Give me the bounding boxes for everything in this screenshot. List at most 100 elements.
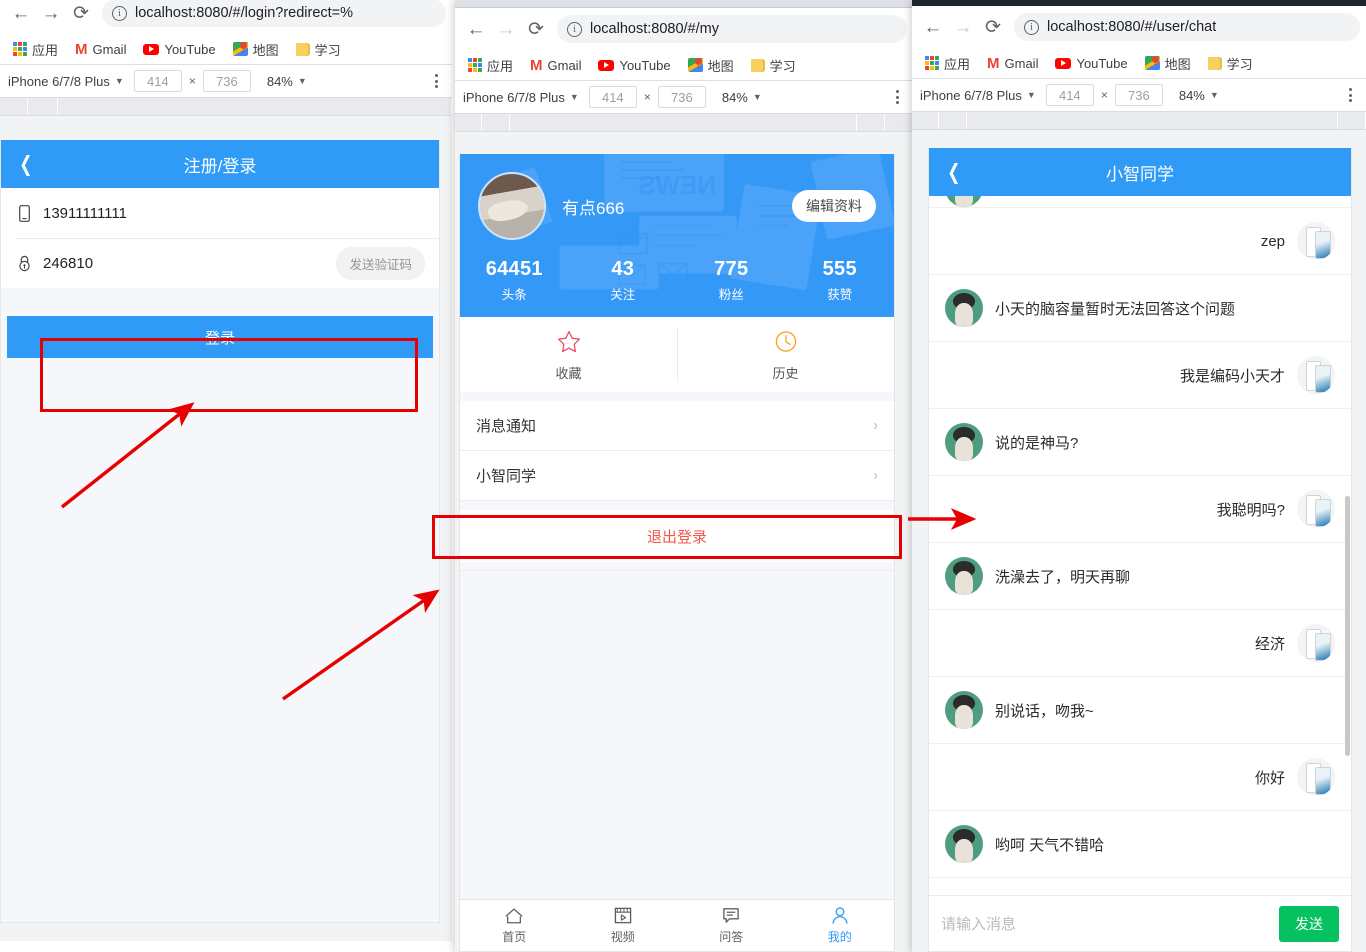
avatar-me — [1297, 356, 1335, 394]
bookmark-gmail[interactable]: M Gmail — [980, 53, 1045, 74]
tab-mine[interactable]: 我的 — [786, 900, 895, 951]
menu-item-notifications[interactable]: 消息通知 › — [460, 401, 894, 451]
stat-headlines[interactable]: 64451 头条 — [460, 258, 569, 303]
chevron-down-icon[interactable]: ▼ — [1027, 90, 1036, 100]
menu-item-xiaozhi[interactable]: 小智同学 › — [460, 451, 894, 501]
avatar[interactable] — [478, 172, 546, 240]
browser-window-chat: ← → ⟳ i localhost:8080/#/user/chat 应用 M … — [912, 0, 1366, 952]
tab-label: 我的 — [827, 930, 852, 944]
send-button[interactable]: 发送 — [1279, 905, 1339, 942]
bookmark-gmail[interactable]: M Gmail — [523, 55, 588, 76]
zoom-level[interactable]: 84% — [1179, 88, 1205, 103]
site-info-icon[interactable]: i — [567, 21, 582, 37]
address-bar[interactable]: i localhost:8080/#/login?redirect=% — [102, 0, 446, 27]
edit-profile-button[interactable]: 编辑资料 — [792, 190, 876, 222]
message-text: 我是编码小天才 — [1179, 367, 1285, 385]
reload-icon[interactable]: ⟳ — [521, 14, 551, 44]
site-info-icon[interactable]: i — [112, 5, 127, 21]
zoom-level[interactable]: 84% — [722, 90, 748, 105]
stat-label: 关注 — [610, 288, 636, 302]
app-bar: ❮ 小智同学 — [929, 148, 1351, 196]
bottom-tab-bar: 首页 视频 问答 我的 — [460, 899, 894, 951]
reload-icon[interactable]: ⟳ — [978, 12, 1008, 42]
browser-chrome: ← → ⟳ i localhost:8080/#/user/chat 应用 M … — [912, 6, 1366, 130]
more-options-icon[interactable] — [1343, 84, 1358, 106]
gmail-icon: M — [987, 54, 1000, 72]
bookmark-apps[interactable]: 应用 — [461, 53, 520, 78]
device-select[interactable]: iPhone 6/7/8 Plus — [920, 88, 1022, 103]
send-code-button[interactable]: 发送验证码 — [336, 246, 425, 280]
url-text: localhost:8080/#/user/chat — [1047, 19, 1217, 35]
tab-qa[interactable]: 问答 — [677, 900, 786, 951]
chevron-down-icon[interactable]: ▼ — [1210, 90, 1219, 100]
forward-icon[interactable]: → — [36, 0, 66, 28]
qa-icon — [723, 908, 740, 923]
chat-message-list[interactable]: zep 小天的脑容量暂时无法回答这个问题 我是编码小天才 说的是神马? 我聪明吗… — [929, 196, 1351, 896]
more-options-icon[interactable] — [890, 86, 905, 108]
login-submit-button[interactable]: 登录 — [7, 316, 433, 358]
forward-icon: → — [953, 16, 973, 38]
stat-following[interactable]: 43 关注 — [569, 258, 678, 303]
chevron-down-icon[interactable]: ▼ — [753, 92, 762, 102]
message-text: zep — [1260, 232, 1285, 250]
bookmark-youtube[interactable]: YouTube — [591, 55, 677, 76]
chevron-left-icon[interactable]: ❮ — [19, 154, 32, 175]
device-select[interactable]: iPhone 6/7/8 Plus — [463, 90, 565, 105]
back-icon[interactable]: ← — [461, 14, 491, 44]
stat-likes[interactable]: 555 获赞 — [786, 258, 895, 303]
bookmark-youtube[interactable]: YouTube — [136, 39, 222, 60]
message-input[interactable]: 请输入消息 — [941, 913, 1279, 934]
phone-field-row[interactable]: 13911111111 — [1, 188, 439, 238]
address-bar[interactable]: i localhost:8080/#/user/chat — [1014, 13, 1360, 41]
dimension-times: × — [1100, 88, 1108, 102]
stat-followers[interactable]: 775 粉丝 — [677, 258, 786, 303]
chevron-down-icon[interactable]: ▼ — [298, 76, 307, 86]
bookmark-study[interactable]: 学习 — [1201, 51, 1260, 76]
device-select[interactable]: iPhone 6/7/8 Plus — [8, 74, 110, 89]
device-width-input[interactable]: 414 — [1045, 84, 1094, 106]
chat-scrollbar[interactable] — [1345, 496, 1350, 756]
bookmark-study[interactable]: 学习 — [289, 37, 348, 62]
code-field-row[interactable]: 246810 发送验证码 — [1, 238, 439, 288]
device-height-input[interactable]: 736 — [657, 86, 706, 108]
menu-item-label: 消息通知 — [476, 418, 537, 435]
bookmark-apps[interactable]: 应用 — [6, 37, 65, 62]
phone-icon — [15, 204, 33, 222]
chat-message-row: 哟呵 天气不错哈 — [929, 811, 1351, 878]
chevron-down-icon[interactable]: ▼ — [115, 76, 124, 86]
bookmark-apps[interactable]: 应用 — [918, 51, 977, 76]
bookmark-gmail[interactable]: M Gmail — [68, 39, 133, 60]
back-icon[interactable]: ← — [6, 0, 36, 28]
navigation-row: ← → ⟳ i localhost:8080/#/my — [455, 8, 913, 50]
bookmark-maps[interactable]: 地图 — [1138, 51, 1198, 76]
avatar-bot — [945, 825, 983, 863]
tab-home[interactable]: 首页 — [460, 900, 569, 951]
zoom-level[interactable]: 84% — [267, 74, 293, 89]
device-width-input[interactable]: 414 — [588, 86, 637, 108]
bookmark-maps[interactable]: 地图 — [226, 37, 286, 62]
site-info-icon[interactable]: i — [1024, 19, 1039, 35]
section-divider — [460, 562, 894, 571]
tab-video[interactable]: 视频 — [569, 900, 678, 951]
bookmark-study[interactable]: 学习 — [744, 53, 803, 78]
chat-message-row: 我聪明吗? — [929, 476, 1351, 543]
bookmark-maps[interactable]: 地图 — [681, 53, 741, 78]
section-divider — [460, 501, 894, 510]
device-height-input[interactable]: 736 — [1114, 84, 1163, 106]
chevron-right-icon: › — [873, 416, 878, 434]
logout-button[interactable]: 退出登录 — [460, 510, 894, 562]
device-width-input[interactable]: 414 — [133, 70, 182, 92]
reload-icon[interactable]: ⟳ — [66, 0, 96, 28]
device-height-input[interactable]: 736 — [202, 70, 251, 92]
youtube-icon — [1055, 57, 1072, 69]
chevron-down-icon[interactable]: ▼ — [570, 92, 579, 102]
home-icon — [505, 908, 523, 924]
back-icon[interactable]: ← — [918, 12, 948, 42]
bookmark-youtube[interactable]: YouTube — [1048, 53, 1134, 74]
chevron-left-icon[interactable]: ❮ — [947, 162, 960, 183]
more-options-icon[interactable] — [429, 70, 444, 92]
device-ruler — [0, 98, 452, 116]
address-bar[interactable]: i localhost:8080/#/my — [557, 15, 907, 43]
quick-action-history[interactable]: 历史 — [677, 317, 894, 392]
quick-action-favorites[interactable]: 收藏 — [460, 317, 677, 392]
